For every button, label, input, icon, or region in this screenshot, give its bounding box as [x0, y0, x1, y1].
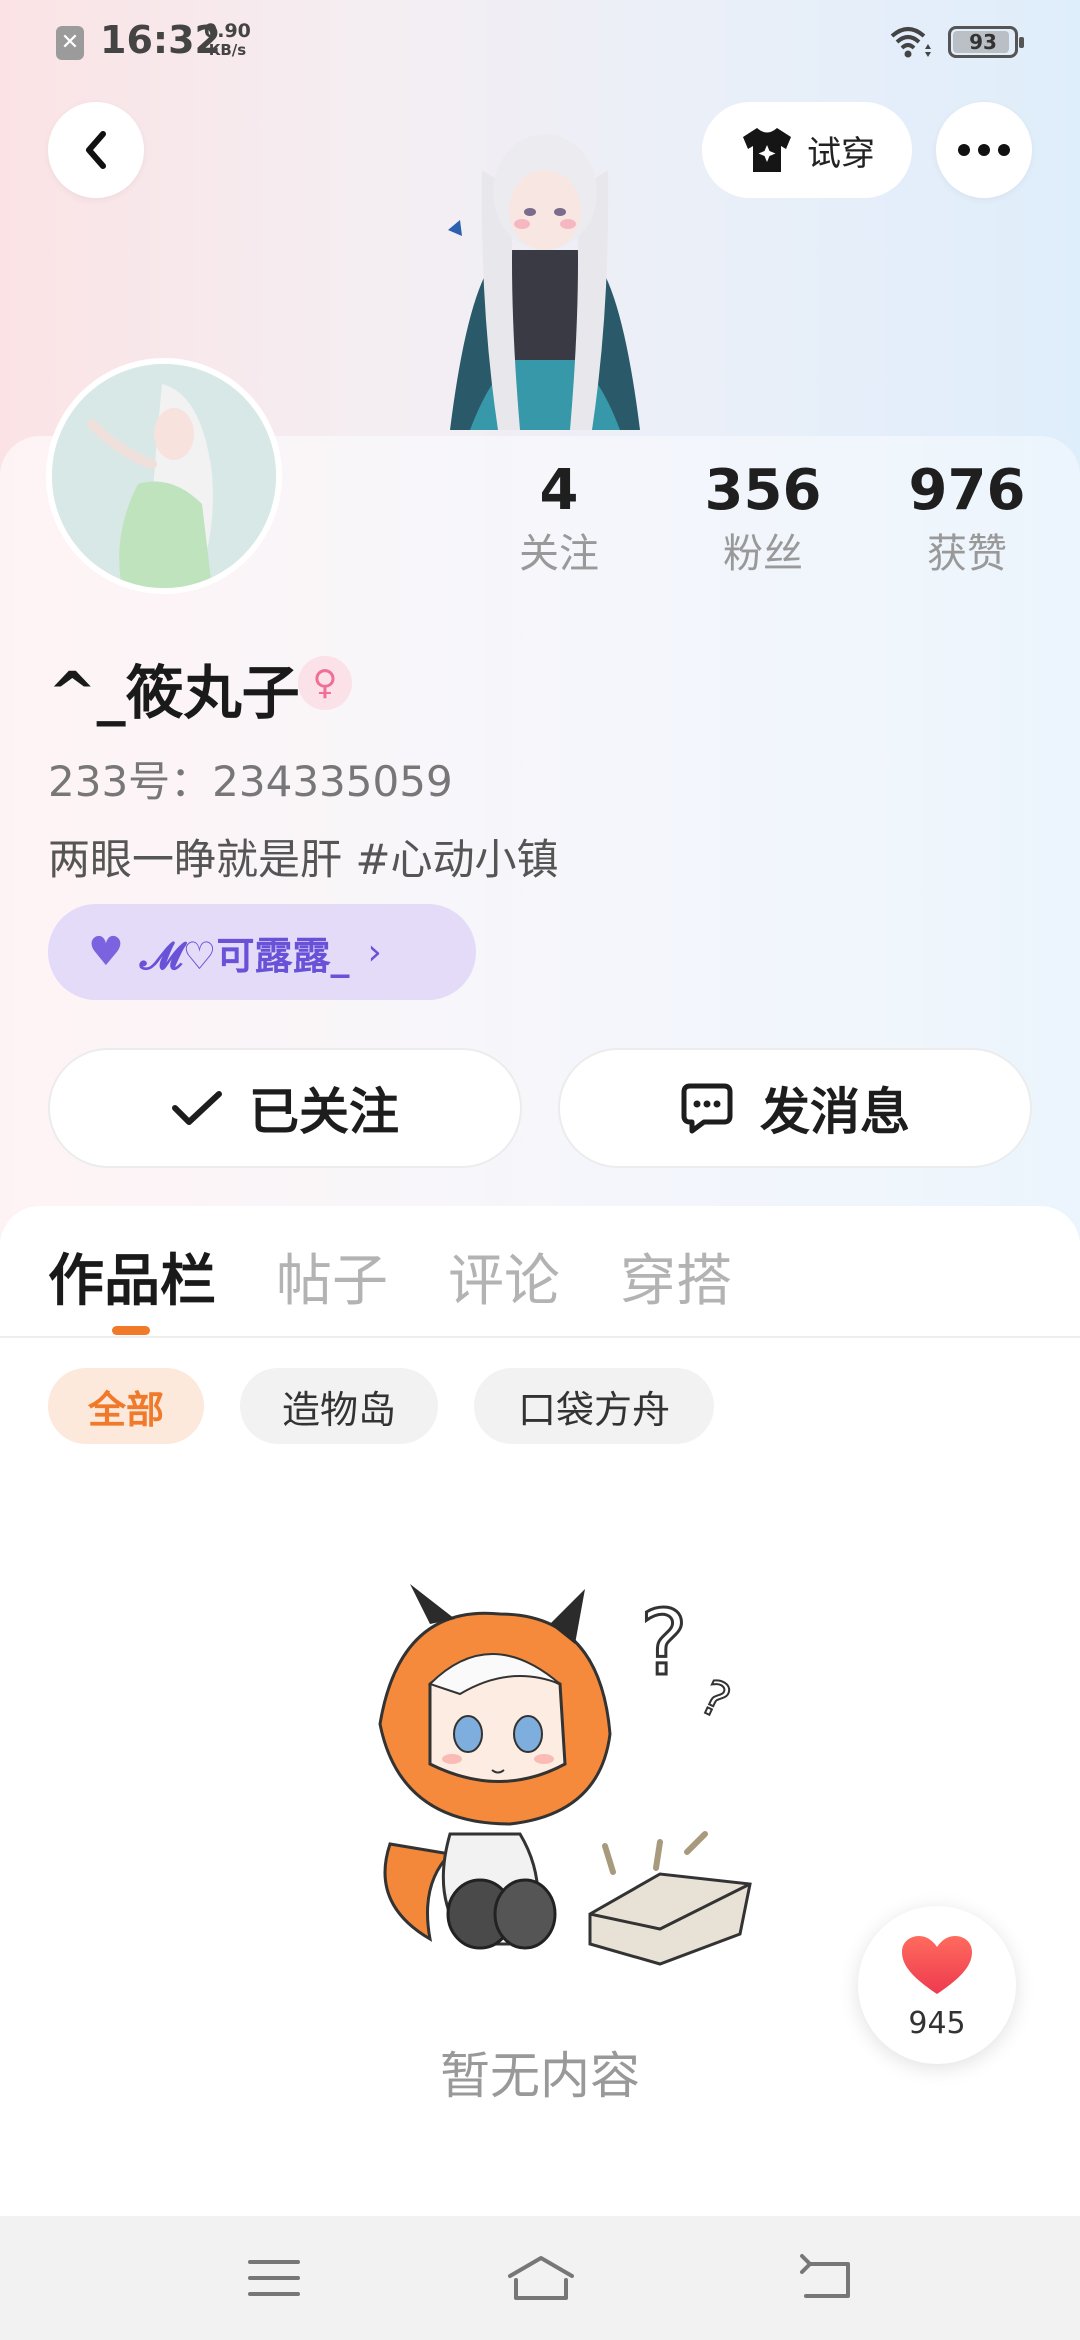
like-button[interactable]: 945 [858, 1906, 1016, 2064]
empty-state-illustration: ? ? [378, 1584, 752, 1966]
notification-icon: ✕ [56, 26, 84, 60]
stat-likes[interactable]: 976 获赞 [882, 456, 1052, 582]
tab-indicator [112, 1326, 150, 1335]
check-icon [172, 1091, 222, 1125]
avatar-image [52, 364, 276, 588]
network-speed: 0.90 KB/s [204, 22, 251, 60]
followers-label: 粉丝 [723, 531, 803, 577]
home-icon[interactable] [506, 2252, 576, 2304]
more-button[interactable] [936, 102, 1032, 198]
menu-icon[interactable] [244, 2252, 304, 2304]
character-model [448, 134, 640, 430]
try-on-button[interactable]: 试穿 [702, 102, 912, 198]
tab-outfits[interactable]: 穿搭 [620, 1236, 732, 1317]
network-speed-value: 0.90 [204, 20, 251, 42]
filter-all[interactable]: 全部 [48, 1368, 204, 1444]
back-nav-icon[interactable] [796, 2252, 856, 2304]
try-on-label: 试穿 [807, 133, 875, 174]
female-icon: ♀ [298, 656, 352, 710]
like-count: 945 [908, 2006, 966, 2041]
likes-count: 976 [908, 458, 1026, 523]
chevron-right-icon: › [367, 931, 382, 973]
battery-level: 93 [969, 30, 997, 54]
message-label: 发消息 [760, 1083, 910, 1141]
filter-creation-island[interactable]: 造物岛 [240, 1368, 438, 1444]
network-speed-unit: KB/s [208, 41, 247, 59]
tab-posts[interactable]: 帖子 [276, 1236, 388, 1317]
wifi-icon [890, 27, 931, 58]
chevron-left-icon [86, 131, 106, 169]
guild-badge[interactable]: ♥ 𝓜♡可露露_ › [48, 904, 476, 1000]
heart-icon [902, 1936, 972, 1994]
user-id[interactable]: 233号：234335059 [48, 748, 453, 809]
status-bar: ✕ 16:32 0.90 KB/s 93 [0, 0, 1080, 84]
battery-indicator: 93 [948, 26, 1024, 58]
followers-count: 356 [704, 458, 822, 523]
following-label: 关注 [519, 531, 599, 577]
followed-label: 已关注 [249, 1083, 399, 1141]
tab-works[interactable]: 作品栏 [48, 1236, 216, 1317]
message-button[interactable]: 发消息 [558, 1048, 1032, 1168]
following-count: 4 [539, 458, 579, 523]
heart-icon: ♥ [88, 929, 124, 975]
stat-following[interactable]: 4 关注 [474, 456, 644, 582]
avatar[interactable] [46, 358, 282, 594]
more-icon [958, 144, 1010, 156]
svg-text:?: ? [692, 1669, 739, 1731]
bio: 两眼一睁就是肝 #心动小镇 [48, 835, 559, 884]
tab-bar: 作品栏 帖子 评论 穿搭 [0, 1236, 1080, 1336]
back-button[interactable] [48, 102, 144, 198]
svg-text:?: ? [640, 1591, 688, 1696]
followed-button[interactable]: 已关注 [48, 1048, 522, 1168]
stat-followers[interactable]: 356 粉丝 [678, 456, 848, 582]
filter-pocket-ark[interactable]: 口袋方舟 [474, 1368, 714, 1444]
tshirt-icon [743, 128, 791, 172]
likes-label: 获赞 [927, 531, 1007, 577]
chat-icon [681, 1083, 733, 1134]
username: ^_筱丸子 [48, 659, 300, 727]
tab-comments[interactable]: 评论 [448, 1236, 560, 1317]
system-navigation-bar [0, 2216, 1080, 2340]
guild-name: 𝓜♡可露露_ [139, 933, 350, 978]
status-time: 16:32 [100, 18, 221, 62]
divider [0, 1336, 1080, 1338]
